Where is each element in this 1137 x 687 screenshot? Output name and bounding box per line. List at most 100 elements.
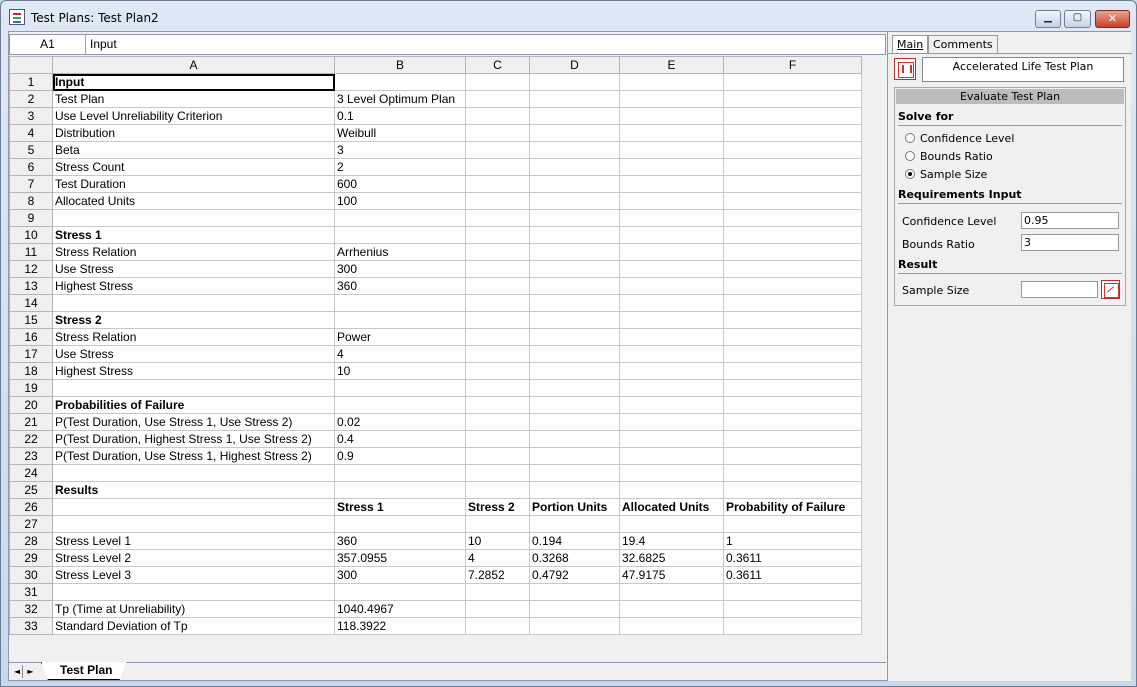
grid-cell[interactable] [465, 124, 530, 142]
grid-cell[interactable]: 360 [334, 532, 466, 550]
grid-cell[interactable]: Stress Level 3 [52, 566, 335, 584]
grid-cell[interactable]: 0.4792 [529, 566, 620, 584]
grid-cell[interactable] [619, 226, 724, 244]
row-header[interactable]: 16 [9, 328, 53, 346]
sample-size-output[interactable] [1021, 281, 1098, 298]
column-header[interactable]: A [52, 56, 335, 74]
row-header[interactable]: 21 [9, 413, 53, 431]
grid-cell[interactable] [723, 447, 862, 465]
row-header[interactable]: 18 [9, 362, 53, 380]
grid-cell[interactable] [529, 124, 620, 142]
grid-cell[interactable] [334, 464, 466, 482]
grid-cell[interactable]: 300 [334, 260, 466, 278]
grid-cell[interactable] [529, 226, 620, 244]
grid-cell[interactable] [723, 175, 862, 193]
grid-cell[interactable] [529, 311, 620, 329]
grid-cell[interactable]: Stress Level 1 [52, 532, 335, 550]
grid-cell[interactable] [465, 345, 530, 363]
sheet-nav-right-icon[interactable]: ► [25, 665, 36, 678]
grid-cell[interactable]: 0.194 [529, 532, 620, 550]
grid-cell[interactable]: 2 [334, 158, 466, 176]
grid-cell[interactable] [465, 175, 530, 193]
grid-cell[interactable]: 600 [334, 175, 466, 193]
grid-cell[interactable] [723, 328, 862, 346]
grid-cell[interactable] [619, 600, 724, 618]
grid-cell[interactable]: 360 [334, 277, 466, 295]
row-header[interactable]: 1 [9, 73, 53, 91]
grid-cell[interactable] [723, 515, 862, 533]
grid-cell[interactable] [619, 311, 724, 329]
grid-cell[interactable]: P(Test Duration, Highest Stress 1, Use S… [52, 430, 335, 448]
grid-cell[interactable]: 0.9 [334, 447, 466, 465]
grid-cell[interactable] [619, 158, 724, 176]
grid-cell[interactable]: 10 [334, 362, 466, 380]
grid-cell[interactable] [529, 362, 620, 380]
grid-cell[interactable] [52, 379, 335, 397]
grid-cell[interactable] [619, 464, 724, 482]
grid-cell[interactable]: 32.6825 [619, 549, 724, 567]
grid-cell[interactable]: 0.02 [334, 413, 466, 431]
column-header[interactable]: D [529, 56, 620, 74]
grid-cell[interactable] [619, 413, 724, 431]
grid-cell[interactable] [334, 294, 466, 312]
grid-cell[interactable] [529, 583, 620, 601]
grid-cell[interactable] [465, 73, 530, 91]
grid-cell[interactable] [529, 107, 620, 125]
grid-cell[interactable] [529, 260, 620, 278]
grid-cell[interactable] [529, 175, 620, 193]
grid-cell[interactable] [465, 362, 530, 380]
grid-cell[interactable] [334, 73, 466, 91]
cell-reference-box[interactable]: A1 [10, 35, 86, 54]
grid-cell[interactable]: Stress Relation [52, 328, 335, 346]
row-header[interactable]: 2 [9, 90, 53, 108]
plan-type-field[interactable]: Accelerated Life Test Plan [922, 57, 1124, 82]
grid-cell[interactable] [334, 226, 466, 244]
grid-cell[interactable] [465, 294, 530, 312]
grid-cell[interactable]: 357.0955 [334, 549, 466, 567]
grid-cell[interactable]: 0.3268 [529, 549, 620, 567]
grid-cell[interactable] [465, 260, 530, 278]
grid-cell[interactable]: Probabilities of Failure [52, 396, 335, 414]
row-header[interactable]: 25 [9, 481, 53, 499]
maximize-button[interactable]: ▢ [1064, 10, 1091, 28]
formula-input[interactable]: Input [90, 35, 117, 54]
grid-cell[interactable]: Tp (Time at Unreliability) [52, 600, 335, 618]
grid-cell[interactable] [619, 141, 724, 159]
grid-cell[interactable] [619, 124, 724, 142]
grid-cell[interactable]: Stress Relation [52, 243, 335, 261]
grid-cell[interactable] [723, 90, 862, 108]
grid-cell[interactable] [465, 209, 530, 227]
grid-cell[interactable]: 118.3922 [334, 617, 466, 635]
row-header[interactable]: 26 [9, 498, 53, 516]
grid-cell[interactable] [334, 515, 466, 533]
grid-cell[interactable] [619, 396, 724, 414]
title-bar[interactable]: Test Plans: Test Plan2 ▁ ▢ ✕ [1, 1, 1136, 31]
grid-cell[interactable]: 0.4 [334, 430, 466, 448]
grid-cell[interactable] [529, 192, 620, 210]
grid-cell[interactable] [723, 141, 862, 159]
grid-cell[interactable]: 3 [334, 141, 466, 159]
column-header[interactable]: B [334, 56, 466, 74]
grid-cell[interactable]: Results [52, 481, 335, 499]
grid-cell[interactable]: Arrhenius [334, 243, 466, 261]
grid-cell[interactable] [465, 90, 530, 108]
grid-cell[interactable]: 4 [465, 549, 530, 567]
grid-cell[interactable] [334, 396, 466, 414]
row-header[interactable]: 6 [9, 158, 53, 176]
grid-cell[interactable] [529, 481, 620, 499]
row-header[interactable]: 9 [9, 209, 53, 227]
grid-cell[interactable] [529, 90, 620, 108]
grid-cell[interactable] [52, 515, 335, 533]
grid-cell[interactable] [723, 413, 862, 431]
grid-cell[interactable] [619, 73, 724, 91]
grid-cell[interactable] [334, 481, 466, 499]
grid-cell[interactable]: Weibull [334, 124, 466, 142]
grid-cell[interactable] [529, 600, 620, 618]
grid-cell[interactable] [52, 209, 335, 227]
row-header[interactable]: 33 [9, 617, 53, 635]
grid-cell[interactable] [723, 209, 862, 227]
grid-cell[interactable] [619, 90, 724, 108]
grid-cell[interactable]: Test Duration [52, 175, 335, 193]
row-header[interactable]: 17 [9, 345, 53, 363]
grid-cell[interactable] [723, 260, 862, 278]
